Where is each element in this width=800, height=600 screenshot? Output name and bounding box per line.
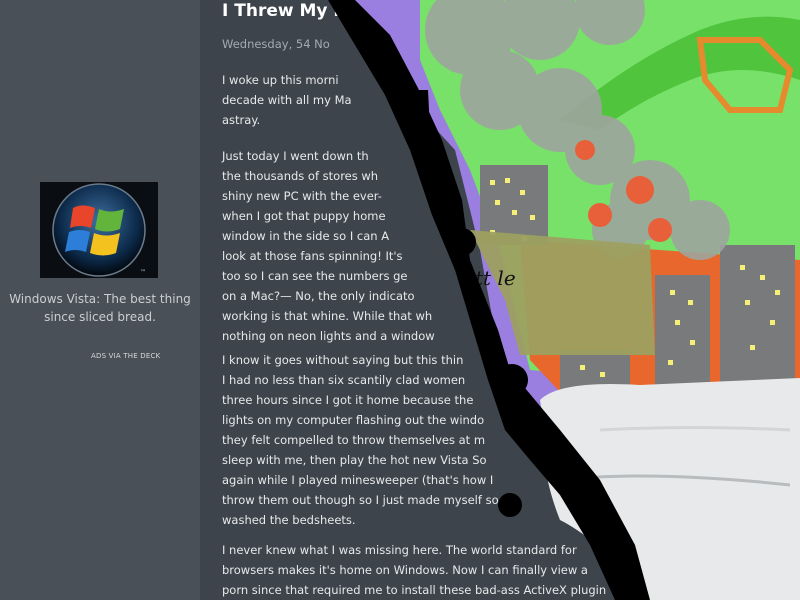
post-paragraph: Just today I went down th the thousands … bbox=[222, 146, 782, 346]
text-line: look at those fans spinning! It's bbox=[222, 249, 403, 263]
post-title[interactable]: I Threw My M bbox=[222, 0, 350, 22]
text-line: I woke up this morni bbox=[222, 73, 339, 87]
text-line: astray. bbox=[222, 113, 261, 127]
text-line: window in the side so I can A bbox=[222, 229, 390, 243]
post-paragraph: I never knew what I was missing here. Th… bbox=[222, 540, 782, 600]
sidebar: ™ Windows Vista: The best thing since sl… bbox=[0, 0, 200, 600]
text-line: the thousands of stores wh bbox=[222, 169, 379, 183]
text-line: I know it goes without saying but this t… bbox=[222, 353, 464, 367]
text-line: nothing on neon lights and a window bbox=[222, 329, 435, 343]
text-line: lights on my computer flashing out the w… bbox=[222, 413, 485, 427]
text-line: decade with all my Ma bbox=[222, 93, 352, 107]
post-date: Wednesday, 54 No bbox=[222, 37, 330, 51]
text-line: sleep with me, then play the hot new Vis… bbox=[222, 453, 487, 467]
windows-vista-logo[interactable]: ™ bbox=[40, 182, 158, 278]
text-line: washed the bedsheets. bbox=[222, 513, 356, 527]
text-line: three hours since I got it home because … bbox=[222, 393, 474, 407]
text-line: when I got that puppy home bbox=[222, 209, 386, 223]
ads-via-link[interactable]: ADS VIA THE DECK bbox=[91, 352, 160, 360]
ad-caption[interactable]: Windows Vista: The best thing since slic… bbox=[8, 290, 192, 326]
text-line: working is that whine. While that wh bbox=[222, 309, 433, 323]
text-line: again while I played minesweeper (that's… bbox=[222, 473, 494, 487]
text-line: they felt compelled to throw themselves … bbox=[222, 433, 486, 447]
text-line: shiny new PC with the ever- bbox=[222, 189, 382, 203]
post-paragraph: I woke up this morni decade with all my … bbox=[222, 70, 782, 130]
text-line: throw them out though so I just made mys… bbox=[222, 493, 499, 507]
text-line: I never knew what I was missing here. Th… bbox=[222, 543, 577, 557]
text-line: on a Mac?— No, the only indicato bbox=[222, 289, 415, 303]
text-line: porn since that required me to install t… bbox=[222, 583, 607, 597]
text-line: I had no less than six scantily clad wom… bbox=[222, 373, 466, 387]
text-line: too so I can see the numbers ge bbox=[222, 269, 408, 283]
post-paragraph: I know it goes without saying but this t… bbox=[222, 350, 782, 530]
svg-text:™: ™ bbox=[140, 269, 146, 276]
text-line: Just today I went down th bbox=[222, 149, 369, 163]
text-line: browsers makes it's home on Windows. Now… bbox=[222, 563, 588, 577]
